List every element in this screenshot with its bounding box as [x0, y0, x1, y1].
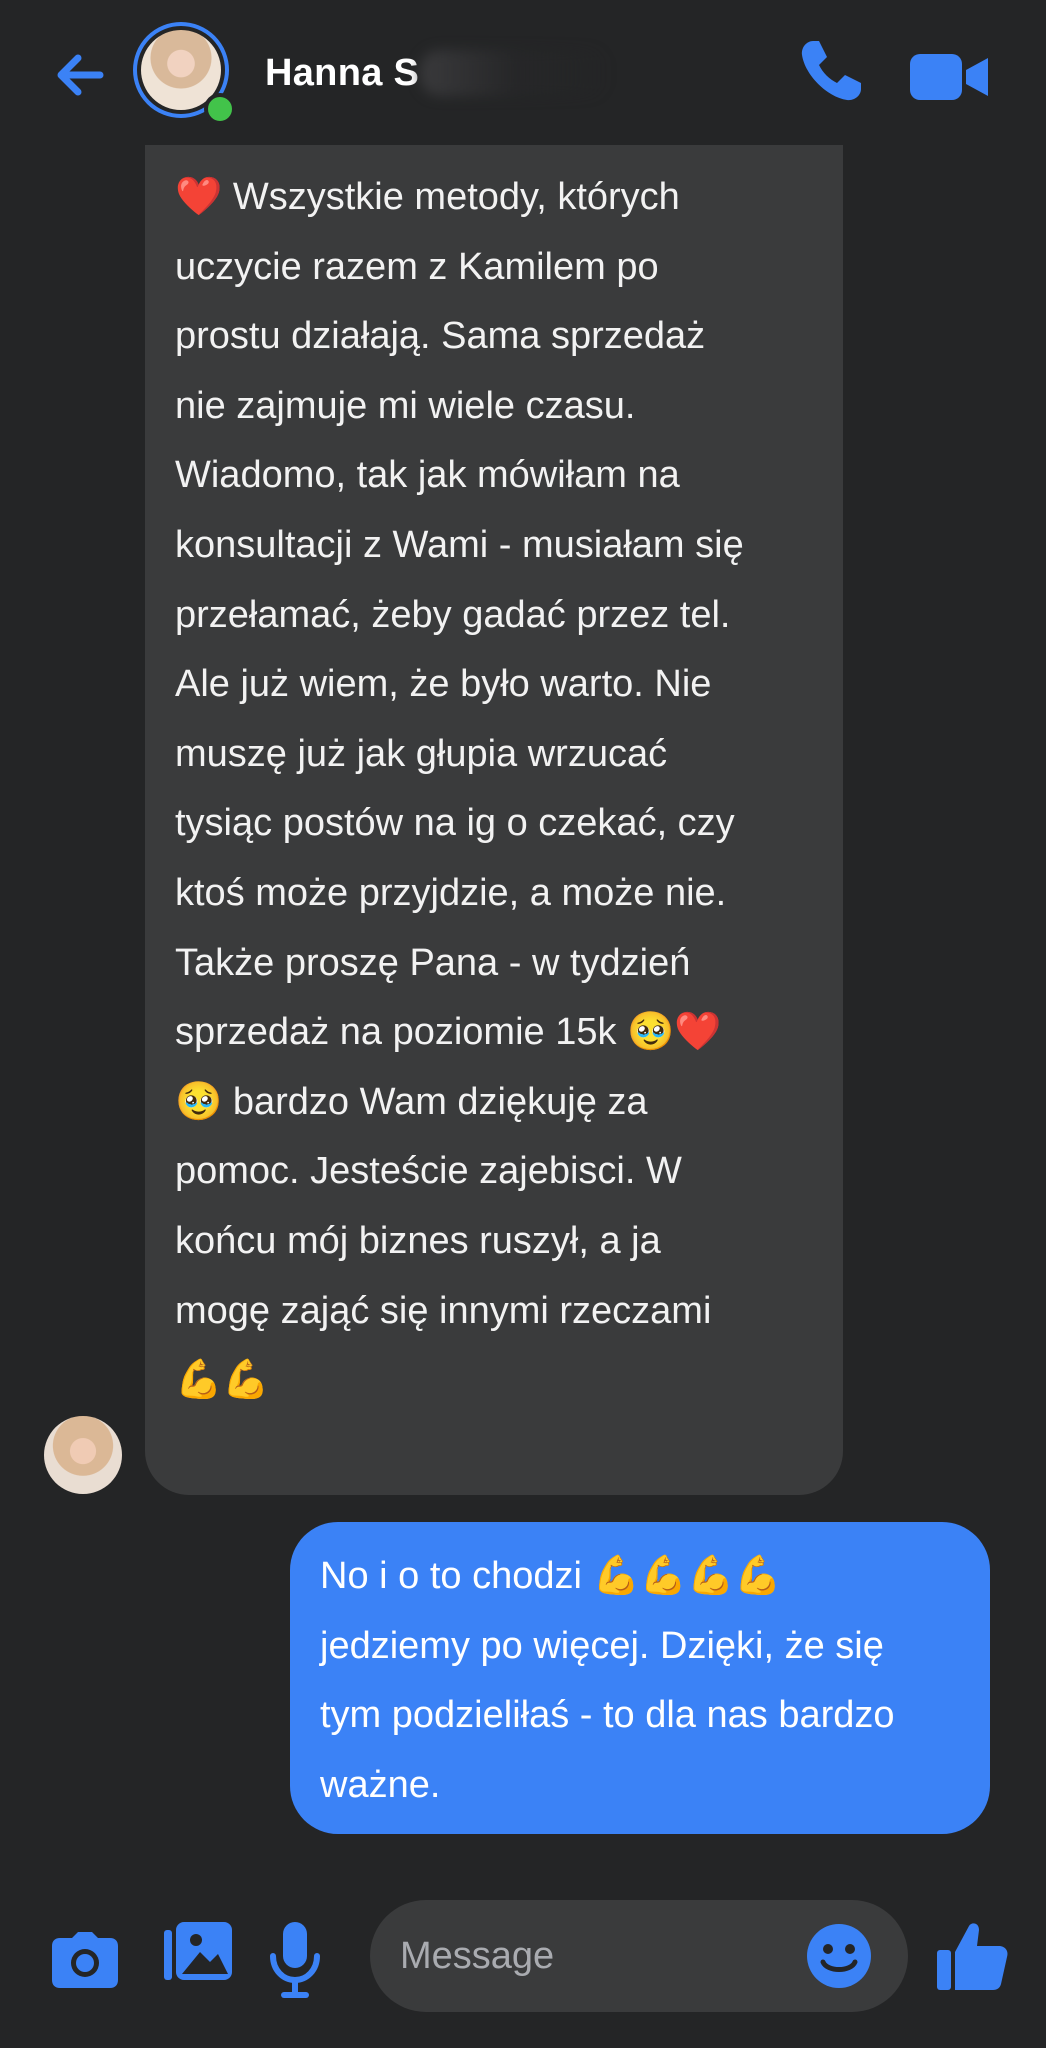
redacted-name-blur	[420, 50, 610, 96]
microphone-icon[interactable]	[265, 1920, 325, 2002]
message-line: pomoc. Jesteście zajebisci. W	[175, 1150, 682, 1193]
gallery-icon[interactable]	[162, 1920, 234, 1988]
camera-icon[interactable]	[50, 1930, 120, 1990]
message-line: konsultacji z Wami - musiałam się	[175, 523, 744, 566]
message-placeholder: Message	[400, 1934, 555, 1977]
contact-name[interactable]: Hanna S	[265, 52, 419, 95]
online-status-dot	[204, 93, 236, 125]
sender-avatar[interactable]	[44, 1416, 122, 1494]
message-line: uczycie razem z Kamilem po	[175, 245, 659, 288]
thumbs-up-icon[interactable]	[935, 1920, 1009, 1994]
incoming-message-bubble[interactable]: ❤️ Wszystkie metody, których uczycie raz…	[145, 145, 843, 1495]
message-line: tysiąc postów na ig o czekać, czy	[175, 802, 735, 845]
message-line: mogę zająć się innymi rzeczami	[175, 1289, 712, 1332]
emoji-icon[interactable]	[805, 1922, 873, 1990]
message-input[interactable]: Message	[370, 1900, 908, 2012]
message-line: Wiadomo, tak jak mówiłam na	[175, 454, 680, 497]
outgoing-message-bubble[interactable]: No i o to chodzi 💪💪💪💪 jedziemy po więcej…	[290, 1522, 990, 1834]
message-line: Także proszę Pana - w tydzień	[175, 941, 691, 984]
message-line: ❤️ Wszystkie metody, których	[175, 176, 680, 218]
chat-header: Hanna S	[0, 0, 1046, 145]
message-line: Ale już wiem, że było warto. Nie	[175, 663, 712, 706]
message-line: muszę już jak głupia wrzucać	[175, 732, 668, 775]
message-line: 💪💪	[175, 1359, 270, 1402]
video-camera-icon[interactable]	[910, 50, 990, 104]
message-line: ktoś może przyjdzie, a może nie.	[175, 871, 727, 914]
phone-icon[interactable]	[795, 35, 867, 107]
message-line: No i o to chodzi 💪💪💪💪	[320, 1555, 782, 1597]
message-line: przełamać, żeby gadać przez tel.	[175, 593, 731, 636]
message-line: jedziemy po więcej. Dzięki, że się	[320, 1624, 884, 1667]
message-line: sprzedaż na poziomie 15k 🥹❤️	[175, 1011, 722, 1054]
back-arrow-icon[interactable]	[48, 40, 118, 110]
message-composer: Message	[0, 1890, 1046, 2030]
message-line: końcu mój biznes ruszył, a ja	[175, 1219, 661, 1262]
message-line: prostu działają. Sama sprzedaż	[175, 315, 706, 358]
message-line: 🥹 bardzo Wam dziękuję za	[175, 1080, 648, 1123]
message-line: ważne.	[320, 1763, 441, 1806]
message-line: tym podzieliłaś - to dla nas bardzo	[320, 1694, 895, 1737]
message-line: nie zajmuje mi wiele czasu.	[175, 384, 636, 427]
